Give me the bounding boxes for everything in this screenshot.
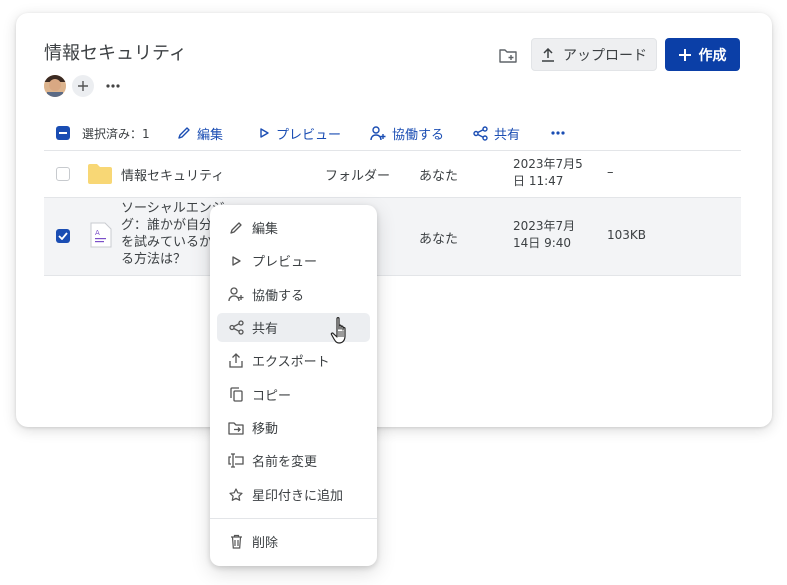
file-owner: あなた [419,232,459,247]
share-label: 共有 [494,127,521,143]
context-menu: 編集 プレビュー 協働する 共有 エクスポート コピー 移動 名前を変更 星印付… [210,205,377,566]
rename-icon [228,453,244,468]
play-outline-icon [232,255,241,266]
menu-item-preview[interactable]: プレビュー [217,246,370,275]
divider [44,275,741,276]
avatar[interactable] [44,75,66,97]
menu-item-label: 協働する [252,289,305,304]
indeterminate-checkbox-icon [56,126,70,140]
row-checkbox-checked[interactable] [56,229,70,243]
collaborate-button[interactable]: 協働する [370,121,444,145]
more-horizontal-icon [551,131,565,135]
selection-toolbar: 選択済み：1 編集 プレビュー 協働する 共有 [56,121,565,145]
upload-icon [542,47,554,62]
person-add-icon [228,287,244,302]
move-folder-icon [228,421,244,435]
menu-item-label: プレビュー [252,255,318,270]
modified-time-line: 日 11:47 [513,174,564,188]
modified-time-line: 14日 9:40 [513,236,572,250]
file-size: 103KB [607,228,647,242]
file-size: – [607,165,614,180]
row-checkbox[interactable] [56,167,70,181]
menu-item-collaborate[interactable]: 協働する [217,280,370,309]
create-button[interactable]: 作成 [665,38,740,71]
share-button[interactable]: 共有 [473,121,520,145]
menu-item-copy[interactable]: コピー [217,380,370,409]
preview-button[interactable]: プレビュー [258,121,341,145]
file-modified: 2023年7月5 日 11:47 [513,156,583,190]
more-horizontal-icon [106,84,120,88]
svg-text:A: A [95,229,100,237]
menu-item-export[interactable]: エクスポート [217,346,370,375]
menu-item-delete[interactable]: 削除 [217,527,370,556]
file-modified: 2023年7月 14日 9:40 [513,218,575,252]
menu-item-label: 名前を変更 [252,455,318,470]
folder-icon [88,164,112,184]
menu-item-rename[interactable]: 名前を変更 [217,446,370,475]
edit-button[interactable]: 編集 [177,121,223,145]
star-icon [229,487,243,501]
document-icon: A [90,222,112,248]
toolbar-more-button[interactable] [551,121,565,145]
play-outline-icon [260,128,269,138]
export-icon [229,353,243,368]
menu-item-star[interactable]: 星印付きに追加 [217,480,370,509]
menu-item-label: エクスポート [252,355,330,370]
trash-icon [230,534,242,549]
edit-label: 編集 [197,127,224,143]
menu-item-edit[interactable]: 編集 [217,213,370,242]
collaborate-label: 協働する [392,127,445,143]
modified-date-line: 2023年7月5 [513,157,583,171]
plus-icon [678,48,691,61]
menu-item-label: 移動 [252,422,279,437]
file-owner: あなた [419,169,459,184]
table-row-selected[interactable]: A ソーシャルエンジ グ：誰かが自分 を試みているか る方法は？ あなた 202… [44,198,741,275]
menu-divider [210,518,377,519]
hand-cursor-icon [330,317,346,344]
menu-item-move[interactable]: 移動 [217,413,370,442]
menu-item-label: コピー [252,389,292,404]
plus-icon [78,81,88,91]
page-title: 情報セキュリティ [44,43,187,64]
menu-item-label: 星印付きに追加 [252,489,344,504]
modified-date-line: 2023年7月 [513,219,576,233]
pencil-icon [230,221,242,234]
menu-item-label: 編集 [252,222,279,237]
share-icon [228,320,244,335]
checkmark-icon [58,232,68,240]
menu-item-label: 共有 [252,322,279,337]
table-row[interactable]: 情報セキュリティ フォルダー あなた 2023年7月5 日 11:47 – [44,151,741,197]
person-add-icon [370,125,386,140]
pencil-icon [178,127,190,139]
upload-button[interactable]: アップロード [531,38,657,71]
selected-count: 選択済み：1 [82,126,150,141]
share-icon [473,125,488,141]
more-options-button[interactable] [102,75,124,97]
create-label: 作成 [698,47,727,64]
copy-icon [229,387,243,402]
menu-item-label: 削除 [252,536,279,551]
new-folder-icon [499,49,517,63]
preview-label: プレビュー [276,127,342,143]
upload-label: アップロード [563,47,647,64]
file-name[interactable]: 情報セキュリティ [121,165,224,184]
file-type: フォルダー [325,169,391,184]
file-browser-card: 情報セキュリティ アップロード 作成 選択済み：1 編集 プレビュー 協働する … [16,13,772,427]
select-all-checkbox[interactable]: 選択済み：1 [56,121,150,145]
add-member-button[interactable] [72,75,94,97]
new-folder-button[interactable] [495,43,521,69]
